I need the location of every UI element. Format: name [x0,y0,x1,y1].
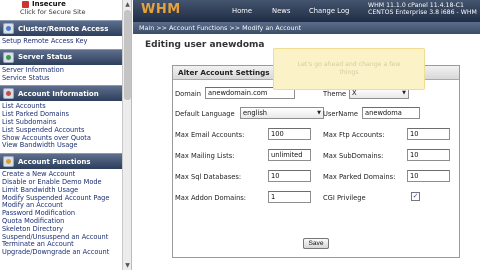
account-functions-icon [3,156,14,168]
breadcrumb: Main >> Account Functions >> Modify an A… [133,22,480,34]
language-select[interactable]: english ▼ [240,107,324,119]
max-email-label: Max Email Accounts: [175,131,245,139]
security-status: Insecure Click for Secure Site [0,0,122,16]
account-information-icon [3,88,14,100]
max-ftp-field[interactable]: 10 [407,128,450,140]
cgi-privilege-checkbox[interactable]: ✓ [411,192,420,201]
whm-logo[interactable]: WHM [141,2,181,17]
sidebar-item-upgrade-downgrade[interactable]: Upgrade/Downgrade an Account [2,248,122,257]
tooltip: Let's go ahead and change a few things [273,48,425,90]
lock-icon [22,0,29,8]
server-status-header[interactable]: Server Status [0,48,122,65]
secure-site-link[interactable]: Click for Secure Site [20,8,122,16]
sidebar-scrollbar[interactable]: ▲ ▼ [123,0,132,270]
nav-news[interactable]: News [272,7,290,15]
theme-label: Theme [323,90,347,98]
nav-change-log[interactable]: Change Log [309,7,349,15]
insecure-label: Insecure [32,0,66,8]
alter-account-settings-panel: Alter Account Settings Domain anewdomain… [172,65,460,258]
username-field[interactable]: anewdoma [362,107,420,119]
cluster-icon [3,23,14,34]
max-email-field[interactable]: 100 [268,128,311,140]
max-subdomains-field[interactable]: 10 [407,149,450,161]
cluster-remote-access-header[interactable]: Cluster/Remote Access [0,20,122,36]
max-sql-field[interactable]: 10 [268,170,311,182]
sidebar: Insecure Click for Secure Site Cluster/R… [0,0,123,270]
save-button[interactable]: Save [303,238,329,249]
sidebar-item-service-status[interactable]: Service Status [2,74,122,83]
server-status-icon [3,51,14,63]
max-sql-label: Max Sql Databases: [175,173,242,181]
cgi-privilege-label: CGI Privilege [323,194,366,202]
max-subdomains-label: Max SubDomains: [323,152,384,160]
max-addon-label: Max Addon Domains: [175,194,247,202]
max-parked-field[interactable]: 10 [407,170,450,182]
account-information-header[interactable]: Account Information [0,85,122,102]
max-parked-label: Max Parked Domains: [323,173,396,181]
max-mailing-field[interactable]: unlimited [268,149,311,161]
max-addon-field[interactable]: 1 [268,191,311,203]
domain-label: Domain [175,90,201,98]
max-mailing-label: Max Mailing Lists: [175,152,235,160]
top-bar: WHM Home News Change Log WHM 11.1.0 cPan… [133,0,480,22]
sidebar-item-view-bandwidth-usage[interactable]: View Bandwidth Usage [2,142,122,150]
username-label: UserName [323,110,358,118]
page-title: Editing user anewdoma [145,40,265,50]
max-ftp-label: Max Ftp Accounts: [323,131,385,139]
scroll-up-arrow-icon[interactable]: ▲ [123,0,132,9]
checkmark-icon: ✓ [412,192,419,200]
language-label: Default Language [175,110,235,118]
sidebar-item-setup-remote-access-key[interactable]: Setup Remote Access Key [2,37,122,46]
nav-home[interactable]: Home [232,7,252,15]
scrollbar-thumb[interactable] [124,10,131,100]
scroll-down-arrow-icon[interactable]: ▼ [123,261,132,270]
main-content: Editing user anewdoma Alter Account Sett… [133,34,480,270]
chevron-down-icon: ▼ [317,110,321,116]
server-info: WHM 11.1.0 cPanel 11.4.18-C1 CENTOS Ente… [368,2,478,16]
account-functions-header[interactable]: Account Functions [0,153,122,170]
